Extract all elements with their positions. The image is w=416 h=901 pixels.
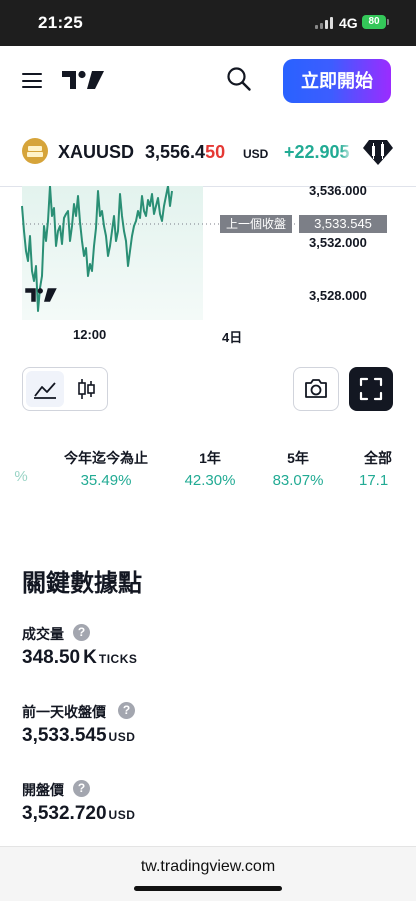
perf-label: 5年	[287, 450, 309, 466]
diamond-icon[interactable]	[362, 138, 394, 166]
home-indicator[interactable]	[134, 886, 282, 891]
signal-icon	[315, 17, 335, 29]
symbol-header: XAUUSD 3,556.450 USD +22.905	[0, 128, 416, 180]
price-main: 3,556.4	[145, 142, 206, 162]
x-tick: 4日	[222, 330, 243, 345]
perf-item[interactable]: 5年 83.07%	[260, 448, 336, 489]
stat-unit: USD	[108, 730, 136, 744]
status-bar: 21:25 4G 80	[0, 0, 416, 46]
perf-value: 83.07%	[272, 472, 324, 489]
x-tick: 12:00	[73, 327, 107, 342]
fullscreen-icon	[359, 377, 383, 401]
help-icon[interactable]: ?	[73, 780, 90, 797]
network-type: 4G	[339, 15, 358, 31]
chart-type-toggle	[22, 367, 108, 411]
perf-item[interactable]: 今年迄今為止 35.49%	[58, 448, 154, 489]
perf-item[interactable]: 1年 42.30%	[172, 448, 248, 489]
y-tick: 3,532.000	[309, 235, 367, 250]
camera-icon	[305, 379, 327, 398]
perf-value: 42.30%	[184, 472, 236, 489]
status-time: 21:25	[38, 13, 83, 32]
stat-unit: TICKS	[98, 652, 138, 666]
stat-label-open: 開盤價	[22, 782, 64, 798]
snapshot-button[interactable]	[293, 367, 339, 411]
line-chart-button[interactable]	[26, 371, 64, 407]
price-currency: USD	[243, 147, 269, 161]
stat-value-volume: 348.50 K TICKS	[22, 647, 137, 669]
gold-bars-icon	[22, 138, 48, 164]
symbol-ticker[interactable]: XAUUSD	[58, 142, 134, 163]
stat-suffix: K	[83, 647, 97, 668]
chart-watermark-logo	[25, 288, 57, 302]
stat-unit: USD	[108, 808, 136, 822]
help-icon[interactable]: ?	[73, 624, 90, 641]
search-icon[interactable]	[226, 66, 252, 92]
url-text[interactable]: tw.tradingview.com	[0, 858, 416, 876]
price-chart[interactable]: 3,536.000 上一個收盤 3,533.545 3,532.000 3,52…	[0, 183, 416, 356]
browser-url-bar: tw.tradingview.com	[0, 846, 416, 901]
site-header: 立即開始	[0, 46, 416, 120]
candlestick-chart-button[interactable]	[67, 371, 105, 407]
stat-label-volume: 成交量	[22, 626, 64, 642]
stat-number: 348.50	[22, 647, 81, 668]
prev-close-value: 3,533.545	[298, 215, 387, 233]
get-started-button[interactable]: 立即開始	[283, 59, 391, 103]
chart-canvas	[21, 186, 296, 320]
price-tail: 50	[205, 142, 226, 162]
stat-number: 3,533.545	[22, 725, 107, 746]
prev-close-tag: 上一個收盤	[220, 215, 293, 233]
y-tick: 3,528.000	[309, 288, 367, 303]
perf-label: 1年	[199, 450, 221, 466]
help-icon[interactable]: ?	[118, 702, 135, 719]
last-price: 3,556.450	[145, 142, 225, 163]
perf-value: %	[14, 468, 28, 485]
candlestick-icon	[78, 379, 95, 399]
stat-label-prev-close: 前一天收盤價	[22, 704, 106, 720]
battery-tip	[387, 19, 389, 25]
battery-icon: 80	[362, 15, 386, 29]
stat-value-open: 3,532.720 USD	[22, 803, 135, 825]
area-chart-icon	[34, 382, 56, 399]
perf-label	[6, 448, 36, 464]
perf-label: 今年迄今為止	[64, 450, 148, 466]
key-stats-title: 關鍵數據點	[22, 570, 142, 597]
tradingview-logo[interactable]	[62, 68, 104, 92]
performance-row: % 今年迄今為止 35.49% 1年 42.30% 5年 83.07% 全部 1…	[0, 448, 416, 492]
stat-value-prev-close: 3,533.545 USD	[22, 725, 135, 747]
perf-item[interactable]: 全部 17.1	[354, 448, 416, 489]
price-change: +22.905	[284, 142, 350, 162]
fullscreen-button[interactable]	[349, 367, 393, 411]
perf-item[interactable]: %	[6, 448, 36, 485]
perf-value: 35.49%	[80, 472, 132, 489]
perf-value: 17.1	[359, 472, 389, 489]
y-tick: 3,536.000	[309, 183, 367, 198]
hamburger-menu-icon[interactable]	[22, 73, 42, 89]
stat-number: 3,532.720	[22, 803, 107, 824]
perf-label: 全部	[364, 450, 392, 466]
